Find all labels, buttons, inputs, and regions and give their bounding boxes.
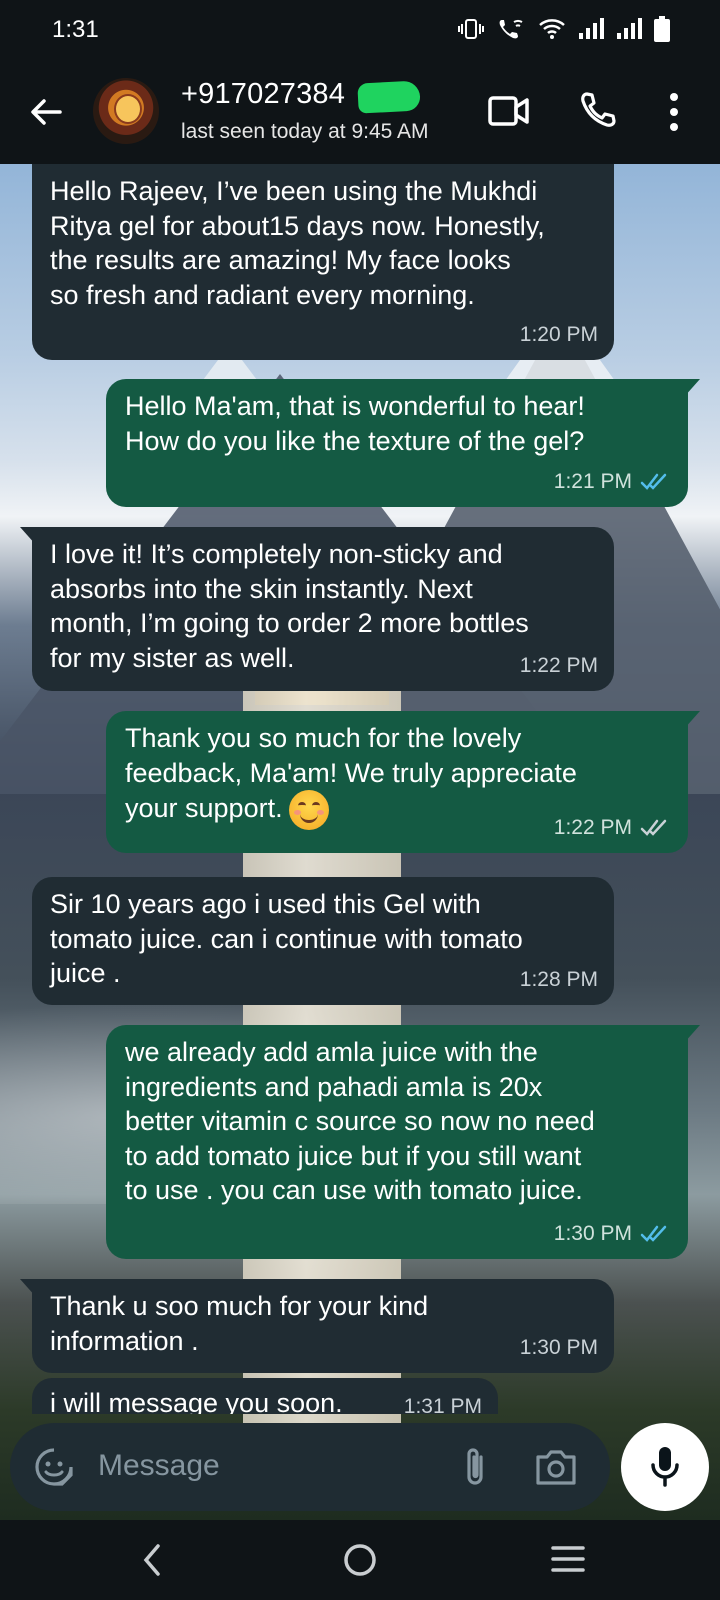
sticker-icon[interactable] bbox=[34, 1447, 74, 1487]
message-input-bar: Message bbox=[10, 1423, 610, 1511]
message-meta: 1:22 PM bbox=[554, 811, 672, 846]
message-time: 1:30 PM bbox=[519, 1335, 598, 1359]
message-time: 1:30 PM bbox=[553, 1221, 632, 1245]
message-text: Hello Ma'am, that is wonderful to hear! … bbox=[125, 391, 585, 456]
read-ticks-icon bbox=[640, 473, 667, 490]
system-nav-bar bbox=[0, 1520, 720, 1600]
message-outgoing[interactable]: we already add amla juice with the ingre… bbox=[106, 1025, 700, 1259]
message-input[interactable]: Message bbox=[98, 1449, 220, 1483]
status-bar: 1:31 bbox=[0, 0, 720, 62]
video-call-icon[interactable] bbox=[488, 92, 530, 130]
mic-icon bbox=[651, 1447, 679, 1487]
redaction-mark bbox=[357, 80, 421, 114]
message-meta: 1:30 PM bbox=[554, 1217, 672, 1252]
message-text: Hello Rajeev, I’ve been using the Mukhdi… bbox=[50, 176, 545, 310]
message-incoming[interactable]: Sir 10 years ago i used this Gel with to… bbox=[32, 877, 614, 1005]
message-time: 1:31 PM bbox=[403, 1394, 482, 1415]
delivered-ticks-icon bbox=[640, 819, 667, 836]
message-time: 1:20 PM bbox=[519, 322, 598, 346]
message-meta: 1:22 PM bbox=[520, 649, 598, 684]
last-seen: last seen today at 9:45 AM bbox=[181, 120, 429, 143]
wifi-calling-icon bbox=[499, 19, 523, 39]
battery-icon bbox=[654, 16, 670, 42]
message-outgoing[interactable]: Thank you so much for the lovely feedbac… bbox=[106, 711, 700, 853]
message-meta: 1:21 PM bbox=[554, 465, 672, 500]
voice-call-icon[interactable] bbox=[578, 90, 618, 130]
message-meta: 1:30 PM bbox=[520, 1331, 598, 1366]
read-ticks-icon bbox=[640, 1225, 667, 1242]
avatar[interactable] bbox=[93, 78, 159, 144]
wifi-icon bbox=[539, 19, 565, 39]
message-text: I love it! It’s completely non-sticky an… bbox=[50, 539, 529, 673]
back-arrow-icon[interactable] bbox=[26, 92, 66, 132]
back-nav-icon[interactable] bbox=[140, 1542, 164, 1578]
message-meta: 1:28 PM bbox=[520, 963, 598, 998]
camera-icon[interactable] bbox=[534, 1447, 578, 1487]
message-text: Sir 10 years ago i used this Gel with to… bbox=[50, 889, 523, 988]
message-time: 1:22 PM bbox=[553, 815, 632, 839]
message-meta: 1:20 PM bbox=[520, 318, 598, 353]
status-icons bbox=[458, 16, 670, 42]
more-options-icon[interactable] bbox=[668, 92, 680, 132]
recents-nav-icon[interactable] bbox=[550, 1544, 586, 1574]
message-text: we already add amla juice with the ingre… bbox=[125, 1037, 595, 1205]
message-incoming[interactable]: Hello Rajeev, I’ve been using the Mukhdi… bbox=[32, 164, 614, 360]
signal-icon bbox=[617, 18, 642, 39]
message-time: 1:22 PM bbox=[519, 653, 598, 677]
smiling-face-icon bbox=[288, 790, 329, 830]
message-text: Thank u soo much for your kind informati… bbox=[50, 1291, 429, 1356]
message-incoming-partial[interactable]: i will message you soon. 1:31 PM bbox=[32, 1378, 498, 1414]
mic-button[interactable] bbox=[621, 1423, 709, 1511]
message-outgoing[interactable]: Hello Ma'am, that is wonderful to hear! … bbox=[106, 379, 700, 507]
status-time: 1:31 bbox=[52, 16, 99, 43]
message-incoming[interactable]: I love it! It’s completely non-sticky an… bbox=[20, 527, 614, 691]
message-meta: 1:31 PM bbox=[404, 1390, 482, 1415]
chat-header: +917027384 last seen today at 9:45 AM bbox=[0, 62, 720, 164]
message-incoming[interactable]: Thank u soo much for your kind informati… bbox=[20, 1279, 614, 1373]
attach-icon[interactable] bbox=[461, 1445, 489, 1489]
signal-icon bbox=[579, 18, 604, 39]
message-time: 1:21 PM bbox=[553, 469, 632, 493]
message-time: 1:28 PM bbox=[519, 967, 598, 991]
contact-name[interactable]: +917027384 bbox=[181, 78, 345, 111]
vibrate-icon bbox=[458, 19, 484, 39]
home-nav-icon[interactable] bbox=[342, 1542, 378, 1578]
